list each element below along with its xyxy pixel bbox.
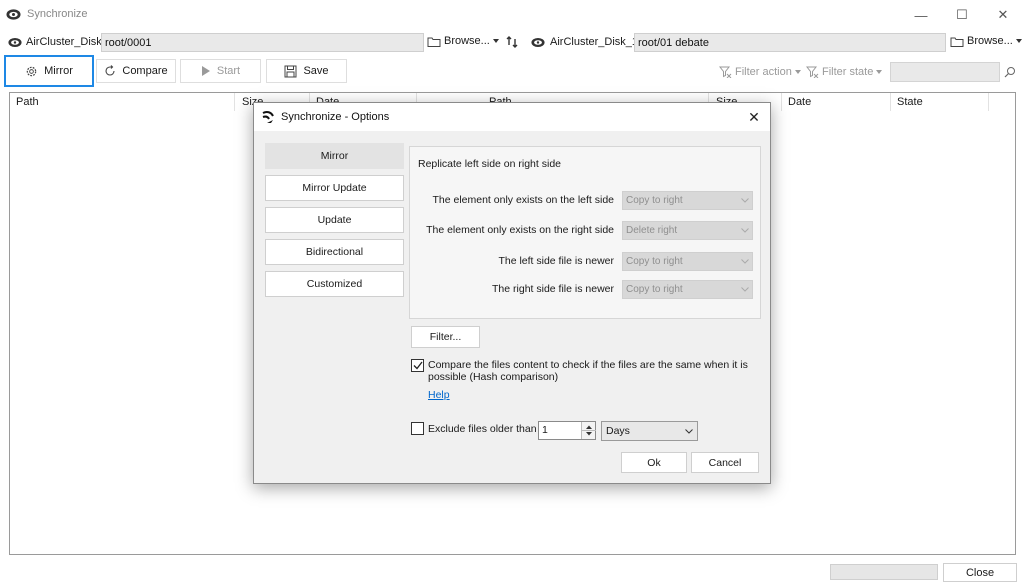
compare-button[interactable]: Compare (96, 59, 176, 83)
disk-icon (8, 37, 22, 48)
chevron-down-icon (741, 287, 749, 292)
exclude-older-unit-value: Days (606, 425, 630, 437)
disk-icon (531, 37, 545, 48)
window-title: Synchronize (27, 8, 88, 20)
column-header-right-state[interactable]: State (891, 93, 989, 111)
right-browse-button[interactable]: Browse... (950, 35, 1022, 47)
ok-button[interactable]: Ok (621, 452, 687, 473)
option-label-right-newer: The right side file is newer (492, 283, 614, 295)
left-browse-button[interactable]: Browse... (427, 35, 499, 47)
title-bar: Synchronize — ☐ ✕ (0, 0, 1024, 30)
swap-arrows-icon[interactable] (506, 36, 518, 48)
hash-compare-label-line1: Compare the files content to check if th… (428, 359, 748, 371)
sync-arrows-icon (262, 111, 274, 123)
right-path-input[interactable] (634, 33, 946, 52)
path-bar: AirCluster_Disk Browse... AirCluster_Dis… (0, 32, 1024, 54)
filter-state-label: Filter state (822, 66, 874, 78)
filter-action-label: Filter action (735, 66, 792, 78)
mode-options-panel: Replicate left side on right side The el… (409, 146, 761, 319)
hash-compare-checkbox[interactable] (411, 359, 424, 372)
progress-bar (830, 564, 938, 580)
gear-icon (26, 66, 37, 76)
option-value-left-newer: Copy to right (626, 256, 683, 267)
mirror-button[interactable]: Mirror (4, 55, 94, 87)
save-label: Save (303, 65, 329, 77)
hash-compare-label-line2: possible (Hash comparison) (428, 371, 559, 383)
filter-button[interactable]: Filter... (411, 326, 480, 348)
chevron-down-icon (876, 70, 883, 74)
chevron-down-icon (741, 198, 749, 203)
left-path-input[interactable] (101, 33, 424, 52)
exclude-older-label: Exclude files older than (428, 423, 537, 435)
right-disk-name: AirCluster_Disk_1 (550, 36, 639, 48)
exclude-older-unit-select[interactable]: Days (601, 421, 698, 441)
play-icon (201, 66, 210, 76)
dialog-title: Synchronize - Options (281, 111, 390, 123)
option-value-right-only: Delete right (626, 225, 678, 236)
exclude-older-checkbox[interactable] (411, 422, 424, 435)
right-browse-label: Browse... (967, 35, 1013, 47)
synchronize-options-dialog: Synchronize - Options ✕ Mirror Mirror Up… (253, 102, 771, 484)
start-label: Start (216, 65, 241, 77)
amount-stepper[interactable] (581, 422, 596, 439)
option-value-right-newer: Copy to right (626, 284, 683, 295)
chevron-down-icon (685, 428, 693, 434)
close-button[interactable]: Close (943, 563, 1017, 582)
toolbar: Mirror Compare Start Save Filter action … (0, 55, 1024, 87)
mode-update-button[interactable]: Update (265, 207, 404, 233)
start-button[interactable]: Start (180, 59, 261, 83)
option-select-left-newer: Copy to right (622, 252, 753, 271)
mode-description: Replicate left side on right side (418, 158, 561, 170)
cancel-button[interactable]: Cancel (691, 452, 759, 473)
left-browse-label: Browse... (444, 35, 490, 47)
chevron-down-icon (492, 39, 499, 43)
chevron-down-icon (741, 259, 749, 264)
dialog-close-button[interactable]: ✕ (744, 107, 764, 127)
stepper-arrows-icon (582, 425, 596, 436)
option-label-left-newer: The left side file is newer (498, 255, 614, 267)
mode-mirror-update-button[interactable]: Mirror Update (265, 175, 404, 201)
minimize-button[interactable]: — (902, 0, 940, 30)
filter-icon (806, 66, 819, 78)
checkmark-icon (413, 361, 423, 370)
help-link[interactable]: Help (428, 389, 450, 401)
search-icon[interactable] (1004, 66, 1016, 78)
close-window-button[interactable]: ✕ (984, 0, 1022, 30)
save-button[interactable]: Save (266, 59, 347, 83)
column-header-left-path[interactable]: Path (10, 93, 235, 111)
floppy-disk-icon (284, 65, 297, 77)
filter-action-dropdown[interactable]: Filter action (719, 66, 801, 78)
option-select-right-only: Delete right (622, 221, 753, 240)
column-header-right-date[interactable]: Date (782, 93, 891, 111)
mode-customized-button[interactable]: Customized (265, 271, 404, 297)
chevron-down-icon (1015, 39, 1022, 43)
option-value-left-only: Copy to right (626, 195, 683, 206)
app-sync-icon (6, 9, 21, 20)
chevron-down-icon (741, 228, 749, 233)
mode-bidirectional-button[interactable]: Bidirectional (265, 239, 404, 265)
option-select-right-newer: Copy to right (622, 280, 753, 299)
filter-state-dropdown[interactable]: Filter state (806, 66, 883, 78)
option-label-right-only: The element only exists on the right sid… (426, 224, 614, 236)
chevron-down-icon (794, 70, 801, 74)
compare-label: Compare (122, 65, 168, 77)
mode-mirror-button[interactable]: Mirror (265, 143, 404, 169)
mirror-label: Mirror (44, 65, 73, 77)
folder-icon (427, 37, 441, 47)
folder-icon (950, 37, 964, 47)
filter-search-input[interactable] (890, 62, 1000, 82)
filter-icon (719, 66, 732, 78)
left-disk-name: AirCluster_Disk (26, 36, 102, 48)
refresh-icon (105, 65, 115, 76)
dialog-title-bar: Synchronize - Options ✕ (254, 103, 770, 131)
option-label-left-only: The element only exists on the left side (432, 194, 614, 206)
option-select-left-only: Copy to right (622, 191, 753, 210)
maximize-button[interactable]: ☐ (943, 0, 981, 30)
